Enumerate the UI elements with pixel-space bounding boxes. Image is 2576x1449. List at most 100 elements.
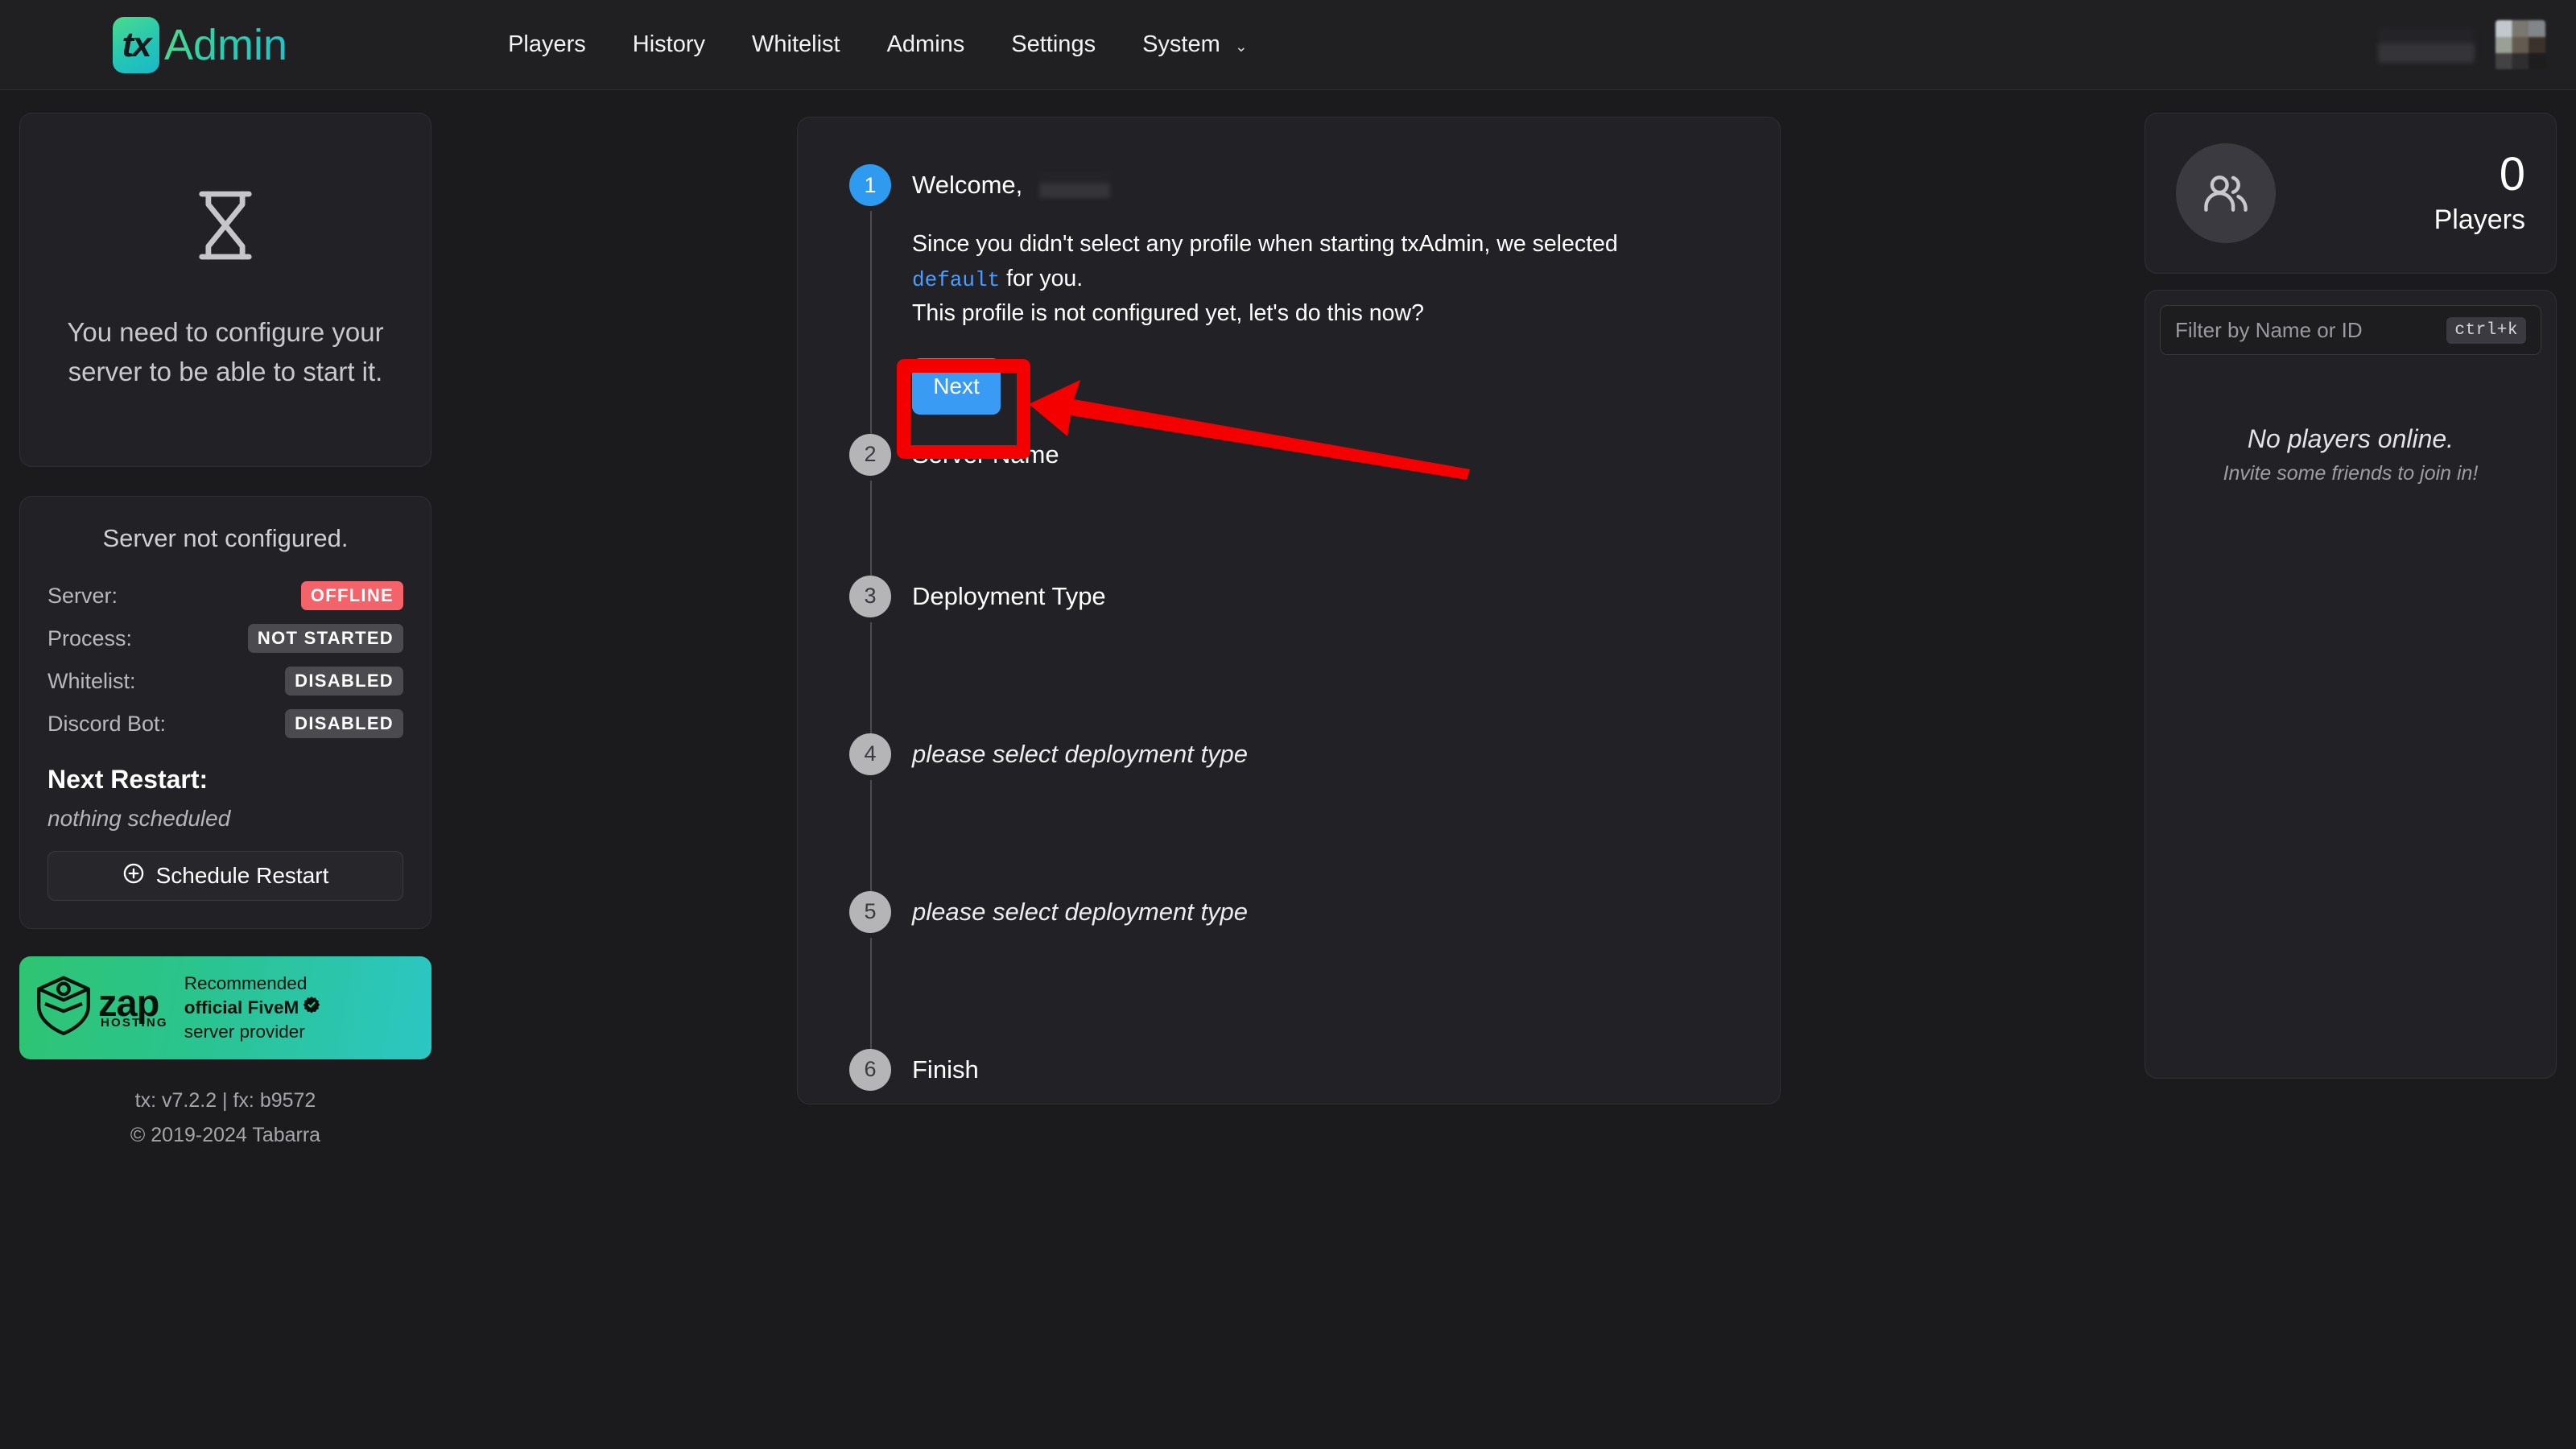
step-2-bullet: 2 — [849, 433, 891, 476]
status-row-server: Server: OFFLINE — [47, 579, 403, 613]
nav-item-history[interactable]: History — [609, 20, 729, 69]
wizard-step-2: 2 Server Name — [849, 433, 1728, 576]
step-1-line-1-text: Since you didn't select any profile when… — [912, 231, 1618, 257]
nav-item-players[interactable]: Players — [485, 20, 609, 69]
step-1-line-1-tail: for you. — [1000, 265, 1084, 291]
brand-name: Admin — [164, 20, 288, 69]
status-row-whitelist: Whitelist: DISABLED — [47, 664, 403, 698]
status-badge-discordbot: DISABLED — [285, 709, 403, 738]
configure-notice-card: You need to configure your server to be … — [19, 113, 431, 467]
promo-line-2-wrap: official FiveM — [184, 996, 321, 1020]
hourglass-icon — [194, 188, 257, 266]
zap-hosting-promo-banner[interactable]: zap HOSTING Recommended official FiveM s… — [19, 956, 431, 1059]
next-button[interactable]: Next — [912, 357, 1001, 415]
empty-state-subtitle: Invite some friends to join in! — [2223, 462, 2479, 485]
step-1-bullet: 1 — [849, 164, 891, 206]
footer-copyright: © 2019-2024 Tabarra — [130, 1123, 321, 1146]
player-list-card: ctrl+k No players online. Invite some fr… — [2145, 290, 2557, 1079]
left-sidebar: You need to configure your server to be … — [19, 113, 431, 1152]
nav-item-system[interactable]: System ⌄ — [1119, 20, 1271, 69]
wizard-step-6: 6 Finish — [849, 1048, 1728, 1110]
player-count-value: 0 — [2499, 147, 2525, 200]
zap-sub: HOSTING — [101, 1016, 168, 1030]
step-6-body: Finish — [912, 1049, 1728, 1110]
filter-shortcut-hint: ctrl+k — [2446, 316, 2526, 344]
nav-item-settings[interactable]: Settings — [988, 20, 1119, 69]
step-1-line-1: Since you didn't select any profile when… — [912, 227, 1728, 262]
step-6-title: Finish — [912, 1055, 979, 1084]
status-label-process: Process: — [47, 625, 133, 650]
nav-item-admins[interactable]: Admins — [864, 20, 989, 69]
status-badge-whitelist: DISABLED — [285, 667, 403, 696]
schedule-restart-button[interactable]: Schedule Restart — [47, 851, 403, 901]
brand-logo[interactable]: tx Admin — [113, 16, 288, 73]
status-label-discordbot: Discord Bot: — [47, 711, 167, 736]
step-connector — [870, 779, 872, 891]
user-menu[interactable] — [2378, 19, 2545, 70]
zap-promo-text: Recommended official FiveM server provid… — [184, 972, 321, 1044]
status-label-server: Server: — [47, 583, 118, 608]
step-1-line-2: This profile is not configured yet, let'… — [912, 299, 1424, 326]
step-5-bullet: 5 — [849, 890, 891, 933]
nav-item-whitelist[interactable]: Whitelist — [729, 20, 864, 69]
wizard-step-3: 3 Deployment Type — [849, 575, 1728, 733]
promo-line-2: official FiveM — [184, 997, 299, 1018]
promo-line-1: Recommended — [184, 972, 308, 993]
wizard-step-1: 1 Welcome, Since you didn't select any p… — [849, 164, 1728, 434]
step-connector — [870, 937, 872, 1049]
status-row-discordbot: Discord Bot: DISABLED — [47, 707, 403, 741]
step-connector — [870, 480, 872, 576]
footer: tx: v7.2.2 | fx: b9572 © 2019-2024 Tabar… — [19, 1084, 431, 1152]
player-count-label: Players — [2434, 204, 2525, 235]
next-restart-label: Next Restart: — [47, 765, 208, 794]
step-1-title: Welcome, — [912, 171, 1023, 199]
zap-shield-icon — [34, 974, 93, 1042]
step-1-line-profile: default for you. — [912, 262, 1728, 296]
zap-word: zap — [98, 980, 159, 1024]
right-sidebar: 0 Players ctrl+k No players online. Invi… — [2145, 113, 2557, 1079]
welcome-username-redacted — [1038, 171, 1110, 198]
player-filter-box[interactable]: ctrl+k — [2160, 305, 2541, 355]
avatar[interactable] — [2496, 19, 2545, 70]
top-navbar: tx Admin Players History Whitelist Admin… — [0, 0, 2576, 90]
step-3-bullet: 3 — [849, 575, 891, 617]
status-badge-process: NOT STARTED — [247, 624, 403, 653]
zap-wordmark: zap HOSTING — [98, 980, 168, 1030]
step-2-title: Server Name — [912, 440, 1059, 469]
step-1-body: Welcome, Since you didn't select any pro… — [912, 164, 1728, 434]
status-badge-server: OFFLINE — [300, 581, 403, 610]
step-4-bullet: 4 — [849, 733, 891, 775]
step-4-body: please select deployment type — [912, 733, 1728, 891]
zap-logo: zap HOSTING — [34, 974, 168, 1042]
configure-notice-text: You need to configure your server to be … — [67, 316, 384, 386]
status-label-whitelist: Whitelist: — [47, 668, 136, 693]
plus-circle-icon — [122, 862, 145, 890]
chevron-down-icon: ⌄ — [1234, 39, 1248, 56]
step-3-body: Deployment Type — [912, 576, 1728, 733]
step-1-title-row: Welcome, — [912, 164, 1728, 206]
player-filter-input[interactable] — [2175, 317, 2447, 343]
step-6-bullet: 6 — [849, 1048, 891, 1091]
player-list-empty-state: No players online. Invite some friends t… — [2160, 424, 2541, 485]
footer-versions: tx: v7.2.2 | fx: b9572 — [134, 1089, 316, 1112]
status-row-process: Process: NOT STARTED — [47, 621, 403, 655]
txadmin-logo-icon: tx — [113, 16, 159, 73]
step-1-content: Since you didn't select any profile when… — [912, 206, 1728, 415]
next-restart-value: nothing scheduled — [47, 806, 231, 831]
empty-state-title: No players online. — [2247, 424, 2454, 453]
verified-check-icon — [303, 996, 320, 1020]
setup-wizard-card: 1 Welcome, Since you didn't select any p… — [797, 117, 1781, 1104]
server-status-card: Server not configured. Server: OFFLINE P… — [19, 496, 431, 929]
step-4-title: please select deployment type — [912, 739, 1249, 768]
schedule-restart-label: Schedule Restart — [155, 863, 329, 888]
profile-name-code: default — [912, 267, 1001, 292]
promo-line-3: server provider — [184, 1022, 305, 1042]
step-5-body: please select deployment type — [912, 891, 1728, 1049]
wizard-step-4: 4 please select deployment type — [849, 733, 1728, 891]
step-connector — [870, 621, 872, 733]
player-count-meta: 0 Players — [2434, 151, 2525, 236]
step-connector — [870, 211, 872, 434]
nav-links: Players History Whitelist Admins Setting… — [485, 20, 1271, 69]
users-icon — [2176, 143, 2276, 243]
step-2-body: Server Name — [912, 434, 1728, 576]
